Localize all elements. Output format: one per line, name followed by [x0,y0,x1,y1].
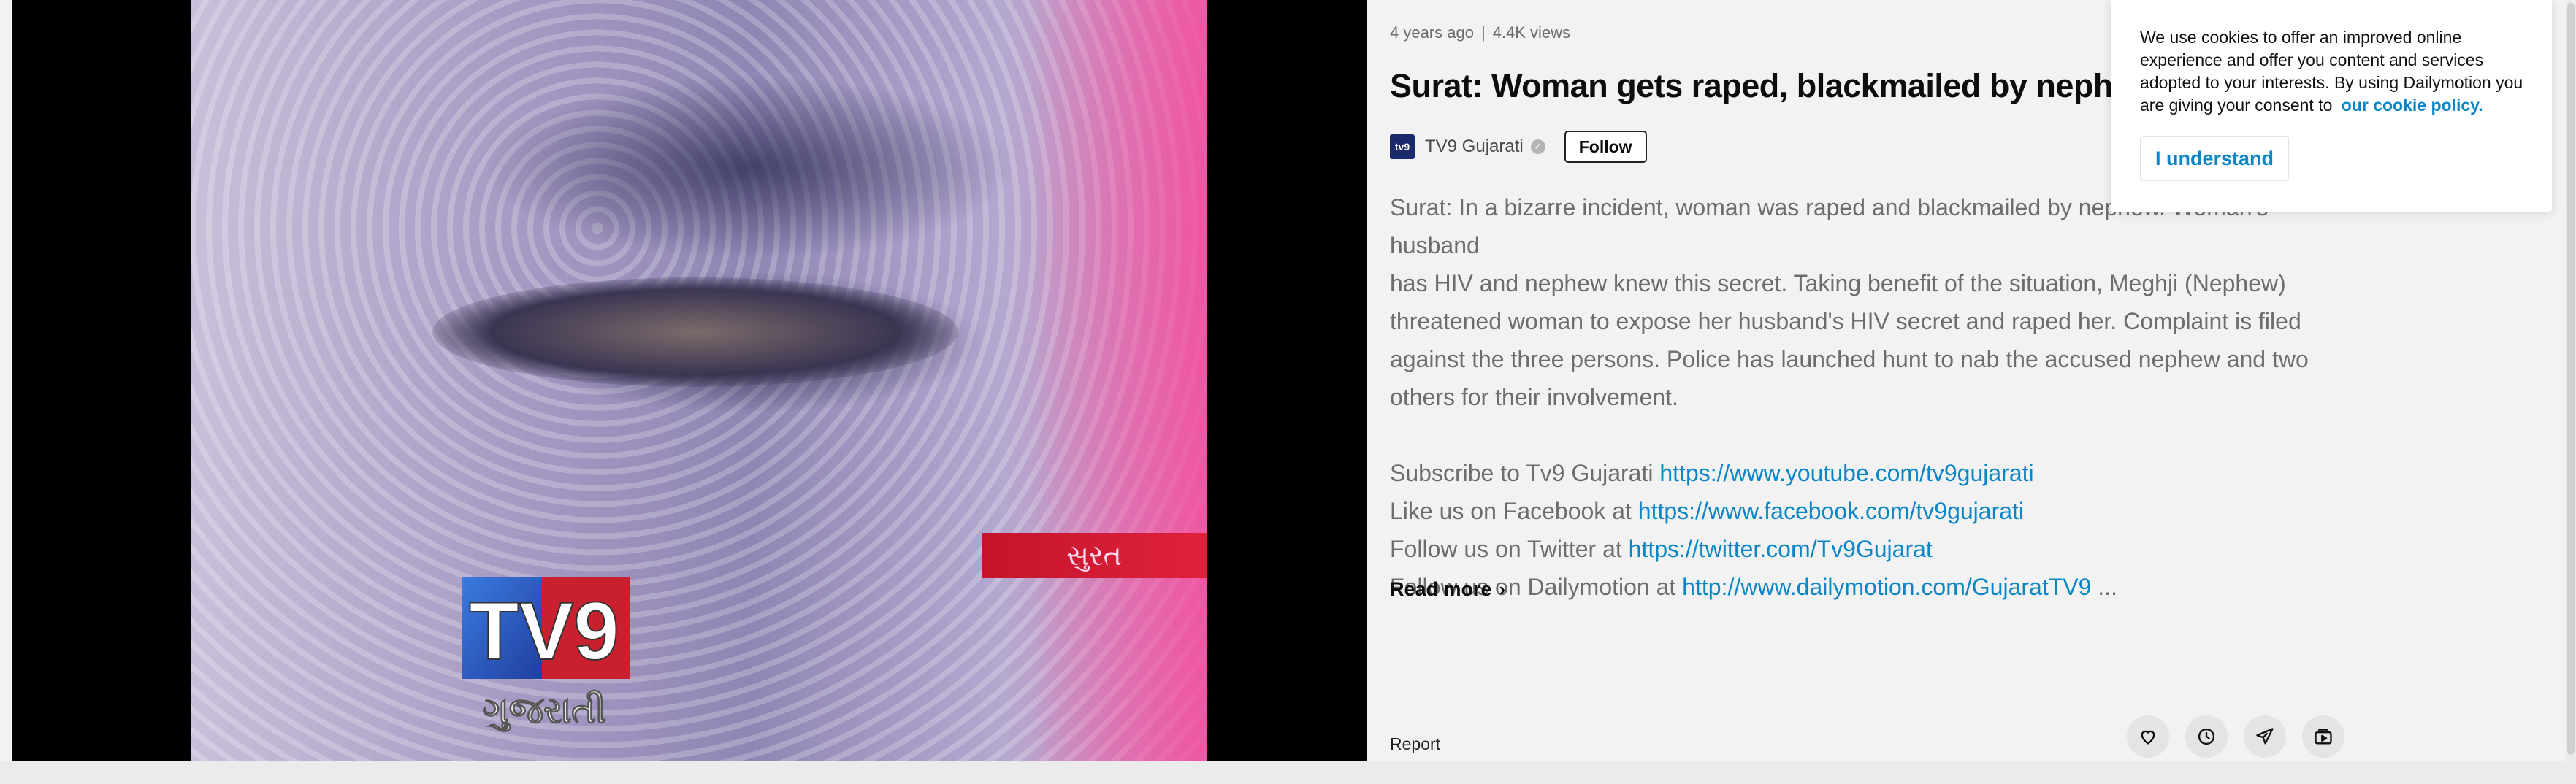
facebook-link[interactable]: https://www.facebook.com/tv9gujarati [1638,498,2024,524]
video-image-background [1031,0,1207,761]
cookie-accept-button[interactable]: I understand [2140,136,2290,181]
read-more-button[interactable]: Read more › [1390,578,1505,601]
link-prefix: Follow us on Twitter at [1390,536,1629,562]
video-player[interactable]: સુરત TV9 ગુજરાતી [12,0,1367,761]
video-title: Surat: Woman gets raped, blackmailed by … [1390,67,2156,104]
cookie-message: We use cookies to offer an improved onli… [2140,26,2534,117]
video-meta: 4 years ago | 4.4K views [1390,23,1570,42]
clock-icon [2198,728,2215,745]
read-more-label: Read more [1390,578,1492,600]
description-line: others for their involvement. [1390,384,1678,410]
description-line: threatened woman to expose her husband's… [1390,308,2301,334]
link-line-twitter: Follow us on Twitter at https://twitter.… [1390,530,2339,568]
cookie-consent-banner: We use cookies to offer an improved onli… [2111,0,2552,212]
add-to-playlist-button[interactable] [2302,715,2344,758]
twitter-link[interactable]: https://twitter.com/Tv9Gujarat [1629,536,1933,562]
video-description: Surat: In a bizarre incident, woman was … [1390,188,2339,606]
page-bottom-strip [0,761,2576,784]
send-icon [2256,728,2274,745]
scrollbar[interactable] [2566,0,2576,761]
link-prefix: Subscribe to Tv9 Gujarati [1390,460,1660,486]
youtube-link[interactable]: https://www.youtube.com/tv9gujarati [1659,460,2033,486]
watch-later-button[interactable] [2185,715,2228,758]
scrollbar-thumb[interactable] [2567,3,2575,755]
channel-avatar[interactable]: tv9 [1390,134,1415,159]
like-button[interactable] [2127,715,2169,758]
video-image-face [432,277,958,387]
view-count: 4.4K views [1492,23,1571,42]
video-frame[interactable]: સુરત TV9 ગુજરાતી [191,0,1207,761]
dailymotion-link[interactable]: http://www.dailymotion.com/GujaratTV9 [1682,574,2091,600]
location-banner: સુરત [982,533,1207,578]
description-line: has HIV and nephew knew this secret. Tak… [1390,270,2286,296]
link-line-facebook: Like us on Facebook at https://www.faceb… [1390,492,2339,530]
logo-subtext: ગુજરાતી [482,689,605,732]
heart-icon [2141,730,2155,745]
playlist-add-icon [2315,729,2332,745]
follow-button[interactable]: Follow [1564,131,1647,163]
chevron-right-icon: › [1499,578,1506,600]
link-prefix: Like us on Facebook at [1390,498,1638,524]
tv9-logo: TV9 ગુજરાતી [462,577,630,732]
link-line-youtube: Subscribe to Tv9 Gujarati https://www.yo… [1390,454,2339,492]
link-suffix: ... [2091,574,2117,600]
verified-icon: ✓ [1530,139,1545,154]
logo-text: TV9 [469,585,619,677]
report-link[interactable]: Report [1390,734,1440,754]
channel-name[interactable]: TV9 Gujarati [1425,137,1524,157]
cookie-policy-link[interactable]: our cookie policy. [2342,96,2483,115]
share-button[interactable] [2244,715,2286,758]
channel-row: tv9 TV9 Gujarati ✓ Follow [1390,130,1647,164]
description-line: against the three persons. Police has la… [1390,346,2309,372]
upload-age: 4 years ago [1390,23,1474,42]
meta-separator: | [1480,23,1486,42]
link-line-dailymotion: Follow us on Dailymotion at http://www.d… [1390,568,2339,606]
